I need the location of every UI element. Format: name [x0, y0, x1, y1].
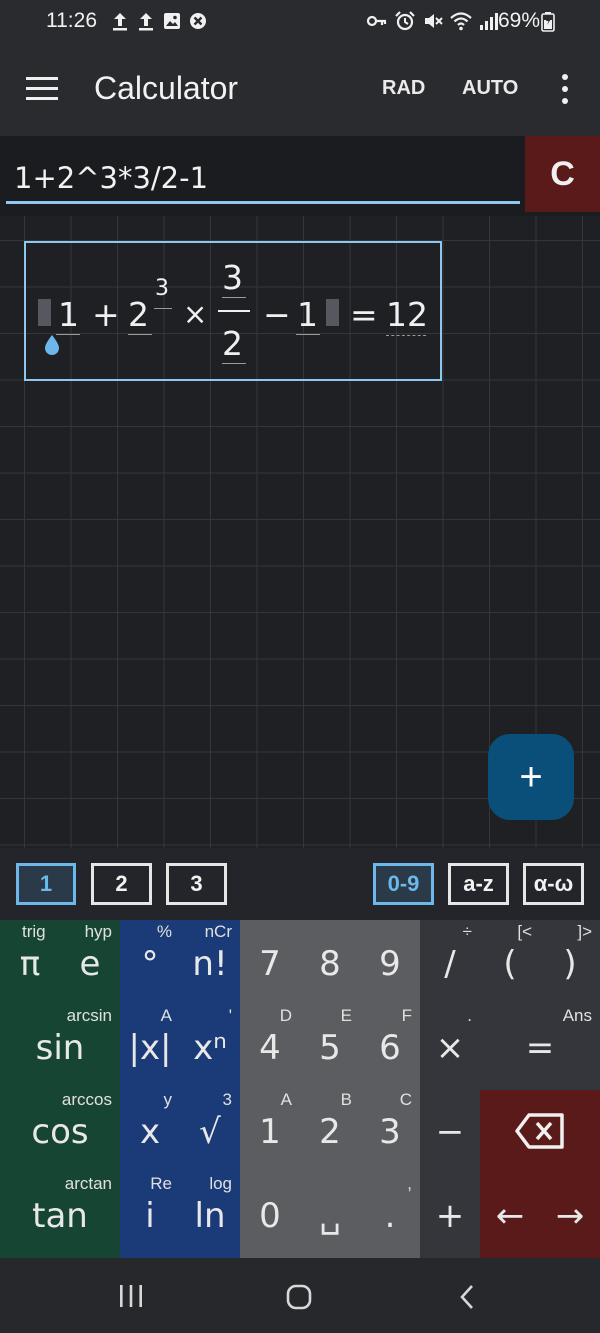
status-left-icons	[110, 10, 208, 32]
key-minus[interactable]: −	[420, 1088, 480, 1172]
signal-icon	[480, 13, 498, 30]
key-cursor-left[interactable]: ←	[480, 1172, 540, 1256]
fraction-bar	[218, 310, 250, 312]
clear-button[interactable]: C	[525, 136, 600, 212]
image-icon	[164, 13, 180, 29]
more-options-icon[interactable]	[558, 72, 572, 106]
cursor-drop-icon[interactable]	[43, 334, 61, 356]
key-backspace[interactable]	[480, 1088, 600, 1172]
mute-icon	[425, 14, 443, 28]
math-plus: +	[92, 295, 120, 334]
tab-page-3[interactable]: 3	[166, 863, 227, 905]
math-term-1: 1	[58, 295, 79, 334]
key-cos[interactable]: arccos cos	[0, 1088, 120, 1172]
key-4[interactable]: D4	[240, 1004, 300, 1088]
tab-mode-digits[interactable]: 0-9	[373, 863, 434, 905]
key-6[interactable]: F6	[360, 1004, 420, 1088]
key-1[interactable]: A1	[240, 1088, 300, 1172]
key-7[interactable]: 7	[240, 920, 300, 1004]
key-3[interactable]: C3	[360, 1088, 420, 1172]
math-equals: =	[350, 295, 378, 334]
math-result: 12	[386, 295, 428, 334]
key-plus[interactable]: +	[420, 1172, 480, 1256]
add-button[interactable]: +	[488, 734, 574, 820]
key-5[interactable]: E5	[300, 1004, 360, 1088]
key-variable-x[interactable]: yx	[120, 1088, 180, 1172]
keypad-tabs: 1 2 3 0-9 a-z α-ω	[0, 848, 600, 920]
app-bar: Calculator RAD AUTO	[0, 44, 600, 136]
math-times: ×	[183, 297, 208, 331]
alarm-icon	[395, 11, 415, 31]
key-factorial[interactable]: nCr n!	[180, 920, 240, 1004]
math-minus: −	[263, 295, 291, 334]
key-sin[interactable]: arcsin sin	[0, 1004, 120, 1088]
backspace-icon	[515, 1113, 564, 1149]
math-term-last: 1	[297, 295, 318, 334]
key-power[interactable]: ' xⁿ	[180, 1004, 240, 1088]
cursor-marker-end	[326, 299, 339, 326]
math-denominator: 2	[222, 324, 243, 363]
math-numerator: 3	[222, 258, 243, 297]
cursor-marker	[38, 299, 51, 326]
status-bar: 11:26 69%	[0, 0, 600, 44]
key-equals[interactable]: Ans =	[480, 1004, 600, 1088]
key-e[interactable]: hyp e	[60, 920, 120, 1004]
math-base: 2	[128, 295, 149, 334]
expression-input[interactable]	[6, 136, 520, 204]
keypad: trig π hyp e % ° nCr n! 7 8 9 ÷ / [<( ]>) arc…	[0, 920, 600, 1258]
key-tan[interactable]: arctan tan	[0, 1172, 120, 1256]
tab-mode-latin[interactable]: a-z	[448, 863, 509, 905]
key-multiply[interactable]: . ×	[420, 1004, 480, 1088]
math-exponent: 3	[155, 276, 169, 301]
back-icon[interactable]	[458, 1284, 476, 1310]
key-imaginary[interactable]: Re i	[120, 1172, 180, 1256]
upload-icon	[113, 13, 127, 31]
key-9[interactable]: 9	[360, 920, 420, 1004]
key-0[interactable]: 0	[240, 1172, 300, 1256]
key-divide[interactable]: ÷ /	[420, 920, 480, 1004]
key-abs[interactable]: A |x|	[120, 1004, 180, 1088]
app-title: Calculator	[94, 70, 239, 106]
home-icon[interactable]	[286, 1284, 312, 1310]
status-time: 11:26	[46, 9, 97, 32]
key-close-paren[interactable]: ]>)	[540, 920, 600, 1004]
key-space[interactable]: ␣	[300, 1172, 360, 1256]
status-right-icons	[366, 10, 500, 32]
key-open-paren[interactable]: [<(	[480, 920, 540, 1004]
battery-icon	[541, 12, 555, 32]
key-8[interactable]: 8	[300, 920, 360, 1004]
angle-mode-button[interactable]: RAD	[382, 77, 425, 100]
system-nav-bar	[0, 1258, 600, 1333]
key-cursor-right[interactable]: →	[540, 1172, 600, 1256]
battery-percent: 69%	[498, 9, 541, 32]
key-decimal[interactable]: ,.	[360, 1172, 420, 1256]
blocked-icon	[190, 13, 206, 29]
wifi-icon	[450, 12, 472, 31]
input-row: C	[0, 136, 600, 216]
tab-mode-greek[interactable]: α-ω	[523, 863, 584, 905]
key-sqrt[interactable]: 3 √	[180, 1088, 240, 1172]
recent-apps-icon[interactable]	[118, 1284, 144, 1308]
key-2[interactable]: B2	[300, 1088, 360, 1172]
tab-page-1[interactable]: 1	[16, 863, 76, 905]
tab-page-2[interactable]: 2	[91, 863, 152, 905]
format-mode-button[interactable]: AUTO	[462, 77, 518, 100]
menu-icon[interactable]	[26, 76, 60, 102]
key-pi[interactable]: trig π	[0, 920, 60, 1004]
key-degree[interactable]: % °	[120, 920, 180, 1004]
key-icon	[366, 15, 387, 27]
upload-icon	[139, 13, 153, 31]
key-ln[interactable]: log ln	[180, 1172, 240, 1256]
